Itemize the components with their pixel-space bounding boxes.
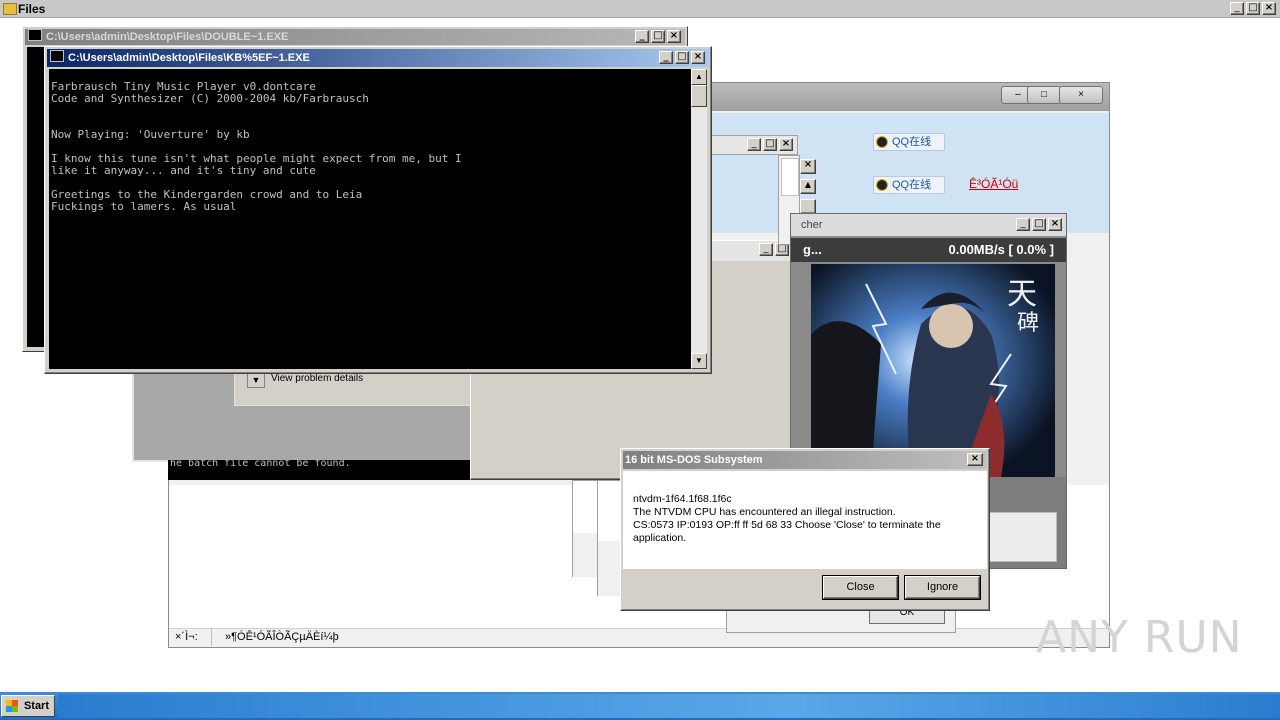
- close-button[interactable]: ×: [967, 453, 983, 466]
- svg-text:碑: 碑: [1017, 311, 1039, 336]
- launcher-titlebar[interactable]: cher _ □ ×: [791, 214, 1066, 236]
- launcher-title: cher: [801, 219, 823, 231]
- ntvdm-message-line: application.: [633, 532, 687, 544]
- ntvdm-title: 16 bit MS-DOS Subsystem: [625, 454, 763, 466]
- minimize-button[interactable]: _: [759, 243, 773, 256]
- ntvdm-message: ntvdm-1f64.1f68.1f6c The NTVDM CPU has e…: [623, 471, 987, 569]
- taskbar: Start: [0, 692, 1280, 720]
- maximize-button[interactable]: □: [675, 51, 689, 64]
- scrollbar-thumb[interactable]: [781, 158, 799, 196]
- minimize-button[interactable]: _: [1016, 218, 1030, 231]
- minimize-button[interactable]: _: [659, 51, 673, 64]
- anyrun-watermark: ANY RUN: [1036, 612, 1243, 663]
- qq-penguin-icon: [876, 179, 888, 191]
- status-message: »¶Ó­Ê¹ÓÃÎÒÃÇµÄÈí¼þ: [225, 631, 339, 643]
- game-artwork: 天 碑: [811, 264, 1055, 477]
- console-double-titlebar[interactable]: C:\Users\admin\Desktop\Files\DOUBLE~1.EX…: [25, 29, 685, 45]
- maximize-button[interactable]: □: [763, 138, 777, 151]
- close-dialog-button[interactable]: Close: [823, 576, 898, 599]
- close-button[interactable]: ×: [1059, 86, 1103, 104]
- problem-details-label[interactable]: View problem details: [271, 373, 363, 384]
- console-kb-titlebar[interactable]: C:\Users\admin\Desktop\Files\KB%5EF~1.EX…: [47, 49, 709, 67]
- close-button[interactable]: ×: [800, 159, 816, 174]
- scroll-down-button[interactable]: ▼: [691, 353, 707, 369]
- console-icon: [50, 50, 64, 62]
- close-button[interactable]: ×: [779, 138, 793, 151]
- scroll-track[interactable]: [800, 199, 816, 214]
- files-window-controls: _ □ ×: [1230, 2, 1276, 15]
- download-speed: 0.00MB/s [ 0.0% ]: [948, 242, 1055, 257]
- files-window-title: Files: [18, 2, 46, 16]
- ntvdm-message-line: CS:0573 IP:0193 OP:ff ff 5d 68 33 Choose…: [633, 519, 941, 531]
- qq-online-button-2[interactable]: QQ在线: [873, 176, 945, 194]
- maximize-button[interactable]: □: [651, 30, 665, 43]
- taskbar-strip: [58, 694, 1280, 718]
- console-double-title: C:\Users\admin\Desktop\Files\DOUBLE~1.EX…: [46, 31, 289, 43]
- console-line: Fuckings to lamers. As usual: [51, 200, 237, 213]
- maximize-button[interactable]: □: [1027, 86, 1061, 104]
- minimize-button[interactable]: _: [1230, 2, 1244, 15]
- console-window-kb: C:\Users\admin\Desktop\Files\KB%5EF~1.EX…: [44, 46, 712, 374]
- qq-penguin-icon: [876, 136, 888, 148]
- console-line: Code and Synthesizer (C) 2000-2004 kb/Fa…: [51, 92, 369, 105]
- ntvdm-titlebar[interactable]: 16 bit MS-DOS Subsystem ×: [623, 451, 987, 469]
- scroll-up-button[interactable]: ▲: [691, 69, 707, 85]
- minimize-button[interactable]: _: [635, 30, 649, 43]
- ignore-button[interactable]: Ignore: [905, 576, 980, 599]
- console-scrollbar[interactable]: ▲ ▼: [691, 69, 707, 369]
- scrollbar-thumb[interactable]: [691, 85, 707, 107]
- game-artwork-image: 天 碑: [811, 264, 1055, 477]
- scroll-up-button[interactable]: ▲: [800, 179, 816, 194]
- ntvdm-message-line: ntvdm-1f64.1f68.1f6c: [633, 493, 732, 505]
- svg-text:天: 天: [1007, 277, 1037, 312]
- console-icon: [28, 29, 42, 41]
- qq-online-label: QQ在线: [892, 179, 932, 191]
- launcher-start-button[interactable]: [987, 512, 1057, 562]
- mini-controls: × ▲: [798, 155, 818, 220]
- status-label: ×´Ì¬:: [175, 631, 198, 643]
- maximize-button[interactable]: □: [1246, 2, 1260, 15]
- console-line: Now Playing: 'Ouverture' by kb: [51, 128, 250, 141]
- small-window-titlebar[interactable]: _ □ ×: [708, 135, 798, 155]
- download-status: g...: [803, 242, 822, 257]
- close-button[interactable]: ×: [1262, 2, 1276, 15]
- ntvdm-message-line: The NTVDM CPU has encountered an illegal…: [633, 506, 896, 518]
- close-button[interactable]: ×: [691, 51, 705, 64]
- console-output-strip: he batch file cannot be found.: [168, 460, 470, 480]
- files-window-titlebar[interactable]: Files _ □ ×: [0, 0, 1280, 18]
- start-button[interactable]: Start: [1, 695, 55, 717]
- console-kb-output: Farbrausch Tiny Music Player v0.dontcare…: [49, 69, 691, 369]
- qq-online-label: QQ在线: [892, 136, 932, 148]
- folder-icon: [3, 3, 17, 15]
- status-bar: ×´Ì¬: »¶Ó­Ê¹ÓÃÎÒÃÇµÄÈí¼þ: [169, 628, 1109, 647]
- status-divider: [211, 628, 212, 646]
- chevron-down-icon[interactable]: ▼: [247, 372, 265, 388]
- qq-online-button-1[interactable]: QQ在线: [873, 133, 945, 151]
- close-button[interactable]: ×: [667, 30, 681, 43]
- ntvdm-error-dialog: 16 bit MS-DOS Subsystem × ntvdm-1f64.1f6…: [620, 448, 990, 611]
- console-kb-title: C:\Users\admin\Desktop\Files\KB%5EF~1.EX…: [68, 52, 310, 64]
- windows-logo-icon: [6, 700, 18, 712]
- maximize-button[interactable]: □: [1032, 218, 1046, 231]
- chinese-app-link[interactable]: Ê³ÓÃ¹Óü: [969, 177, 1018, 191]
- download-status-bar: g... 0.00MB/s [ 0.0% ]: [791, 238, 1066, 262]
- close-button[interactable]: ×: [1048, 218, 1062, 231]
- console-line: like it anyway... and it's tiny and cute: [51, 164, 316, 177]
- start-label: Start: [23, 700, 49, 712]
- minimize-button[interactable]: _: [747, 138, 761, 151]
